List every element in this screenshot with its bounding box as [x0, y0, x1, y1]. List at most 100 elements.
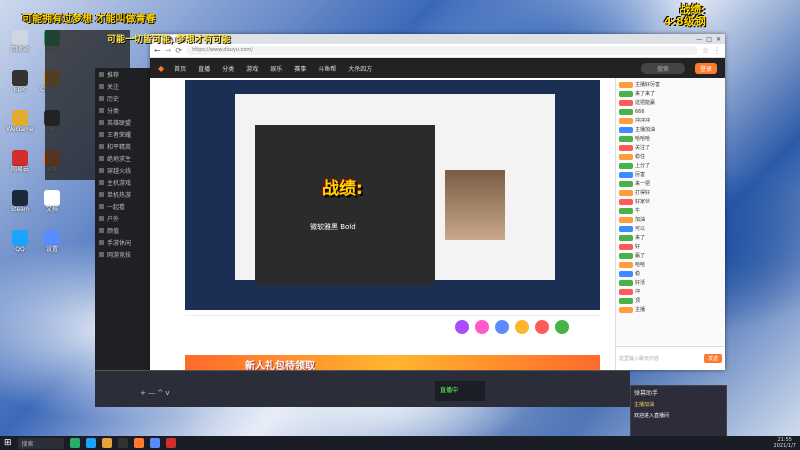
fan-badge-icon — [619, 288, 633, 295]
desktop-icon[interactable]: WeGame — [4, 110, 36, 133]
chat-message-text: 关注了 — [635, 145, 651, 151]
windows-start-icon[interactable]: ⊞ — [4, 438, 12, 448]
chat-message-text: 来了 — [635, 235, 646, 241]
sidebar-item-icon — [99, 143, 104, 149]
nav-item[interactable]: 赛事 — [294, 64, 306, 73]
chat-message-list: 主播好厉害 来了来了 这把能赢 666 冲冲冲 主播加油 哈哈哈 关注了 稳住 上分了 厉害 来一把打… — [616, 78, 725, 314]
nav-item[interactable]: 分类 — [222, 64, 234, 73]
fan-badge-icon — [619, 135, 633, 142]
taskbar-app-icon[interactable] — [133, 438, 144, 448]
desktop-icon[interactable]: Epic — [4, 70, 36, 93]
send-button[interactable]: 发送 — [703, 354, 722, 363]
login-button[interactable]: 登录 — [694, 62, 717, 74]
chat-message: 上分了 — [616, 161, 725, 170]
sidebar-item-icon — [99, 83, 104, 89]
desktop-icon[interactable]: 设置 — [36, 230, 68, 253]
menu-icon[interactable]: ⋮ — [713, 46, 721, 55]
chat-message: 好 — [616, 242, 725, 251]
chat-message: 打得好 — [616, 188, 725, 197]
fan-badge-icon — [619, 270, 633, 277]
desktop-icon[interactable]: 文档 — [36, 190, 68, 213]
nav-item[interactable]: 直播 — [198, 64, 210, 73]
nav-item[interactable]: 游戏 — [246, 64, 258, 73]
nav-item[interactable]: 斗鱼帮 — [318, 64, 336, 73]
fan-badge-icon — [619, 153, 633, 160]
close-icon[interactable]: ✕ — [716, 36, 721, 43]
chat-message: 好家伙 — [616, 197, 725, 206]
app-icon — [44, 190, 60, 206]
douyu-logo-icon[interactable]: ◆ — [158, 64, 164, 73]
stream-video[interactable]: 微软雅黑 Bold — [185, 80, 600, 310]
taskbar-app-icon[interactable] — [101, 438, 112, 448]
mini-chat-line: 欢迎进入直播间 — [634, 413, 670, 419]
chat-message: 可以 — [616, 224, 725, 233]
sidebar-item-label: 分类 — [107, 107, 120, 115]
search-input[interactable]: 搜索 — [640, 62, 685, 74]
url-field[interactable]: https://www.douyu.com/ — [186, 46, 698, 55]
sidebar-item-label: 主机游戏 — [107, 179, 132, 187]
fan-badge-icon — [619, 90, 633, 97]
chat-input[interactable]: 这里输入聊天内容 — [619, 355, 701, 362]
minimize-icon[interactable]: — — [696, 36, 702, 43]
sidebar-item-label: 绝地求生 — [107, 155, 132, 163]
chat-message: 冲 — [616, 287, 725, 296]
taskbar-app-icon[interactable] — [85, 438, 96, 448]
back-icon[interactable]: ← — [154, 46, 161, 55]
chat-message: 赢了 — [616, 251, 725, 260]
nav-item[interactable]: 娱乐 — [270, 64, 282, 73]
taskbar-search[interactable]: 搜索 — [17, 437, 64, 449]
fan-badge-icon — [619, 126, 633, 133]
taskbar-app-icon[interactable] — [149, 438, 160, 448]
desktop-icon-label: Steam — [10, 206, 30, 213]
fan-badge-icon — [619, 252, 633, 259]
chat-input-area: 这里输入聊天内容 发送 — [616, 346, 725, 370]
obs-status: 直播中 — [440, 387, 459, 394]
chat-message: 这把能赢 — [616, 98, 725, 107]
desktop-icon-label: 回收站 — [10, 46, 29, 53]
gift-icon[interactable] — [535, 320, 549, 334]
gift-icon[interactable] — [515, 320, 529, 334]
desktop-icon[interactable]: 网易云 — [4, 150, 36, 173]
sidebar-item-label: 王者荣耀 — [107, 131, 132, 139]
sidebar-item-label: 网游竞技 — [107, 251, 132, 259]
chat-message-text: 可以 — [635, 226, 646, 232]
star-icon[interactable]: ☆ — [702, 46, 709, 55]
gift-icon[interactable] — [495, 320, 509, 334]
gift-icon[interactable] — [475, 320, 489, 334]
chat-message: 厉害 — [616, 170, 725, 179]
chat-message-text: 上分了 — [635, 163, 651, 169]
app-icon — [12, 30, 28, 46]
obs-scene-controls[interactable]: + — ^ v — [140, 389, 170, 397]
chat-message-text: 好家伙 — [635, 199, 651, 205]
chat-message: 好活 — [616, 278, 725, 287]
overlay-top-left-text: 可能拥有过梦想 才能叫做青春 — [22, 14, 156, 25]
taskbar-app-icon[interactable] — [165, 438, 176, 448]
mini-chat-window: 弹幕助手 主播加油 欢迎进入直播间 — [630, 385, 727, 438]
taskbar-app-icon[interactable] — [117, 438, 128, 448]
mini-chat-title: 弹幕助手 — [634, 390, 659, 397]
maximize-icon[interactable]: □ — [706, 36, 712, 43]
desktop-icon[interactable]: QQ — [4, 230, 36, 253]
chat-message: 666 — [616, 107, 725, 116]
gift-icon[interactable] — [555, 320, 569, 334]
mini-chat-line: 主播加油 — [634, 402, 655, 408]
chat-message-text: 好活 — [635, 280, 646, 286]
chat-message-text: 牛 — [635, 208, 641, 214]
chat-message-text: 稳 — [635, 271, 641, 277]
desktop-icon[interactable]: 回收站 — [4, 30, 36, 53]
sidebar-item-label: 推荐 — [107, 71, 120, 79]
nav-item[interactable]: 首页 — [174, 64, 186, 73]
ad-banner[interactable]: 新人礼包待领取 — [185, 355, 600, 372]
gift-icon[interactable] — [455, 320, 469, 334]
fan-badge-icon — [619, 216, 633, 223]
taskbar-app-icon[interactable] — [69, 438, 80, 448]
refresh-icon[interactable]: ⟳ — [175, 46, 182, 55]
sidebar-item-label: 户外 — [107, 215, 120, 223]
nav-item[interactable]: 大杀四方 — [348, 64, 372, 73]
chat-message-text: 哈哈哈 — [635, 136, 651, 142]
fan-badge-icon — [619, 180, 633, 187]
chat-message-text: 这把能赢 — [635, 100, 656, 106]
desktop-icon[interactable]: Steam — [4, 190, 36, 213]
forward-icon[interactable]: → — [165, 46, 172, 55]
chat-message: 冲冲冲 — [616, 116, 725, 125]
